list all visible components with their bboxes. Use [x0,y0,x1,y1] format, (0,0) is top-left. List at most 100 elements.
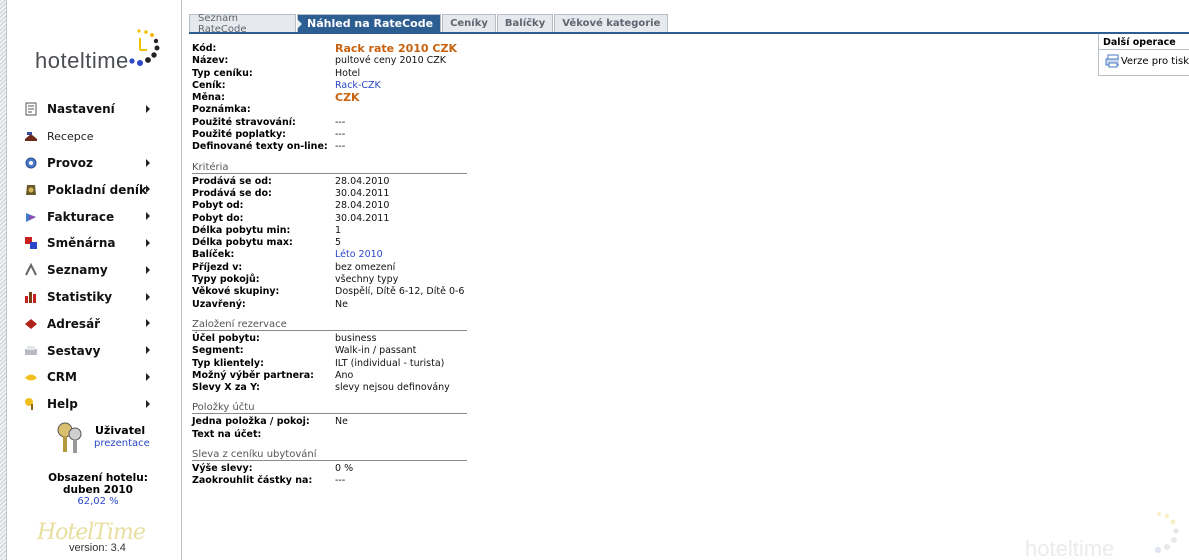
menu-item-seznamy[interactable]: Seznamy [7,257,182,284]
detail-row: Kód: Rack rate 2010 CZK [192,42,492,55]
field-label: Text na účet: [192,428,262,440]
main-menu: Nastavení Recepce Provoz Pokladní deník … [7,96,182,418]
tab-vekove-kategorie[interactable]: Věkové kategorie [554,14,669,32]
occupancy-value: 62,02 % [77,496,119,507]
print-version-link[interactable]: Verze pro tisk [1099,50,1189,72]
field-label: Typy pokojů: [192,274,260,286]
detail-row: Příjezd v: bez omezení [192,262,492,274]
menu-label: Provoz [47,155,94,170]
field-label: Věkové skupiny: [192,286,280,298]
hoteltime-logo[interactable]: hoteltime [35,28,175,74]
menu-label: Seznamy [47,263,108,278]
field-label: Výše slevy: [192,463,253,475]
menu-item-pokladni-denik[interactable]: Pokladní deník [7,176,182,203]
section-header-discount: Sleva z ceníku ubytování [192,449,467,462]
crm-icon [24,370,38,384]
field-value: všechny typy [335,274,399,286]
ratecode-name: pultové ceny 2010 CZK [335,55,447,67]
detail-row: Pobyt od: 28.04.2010 [192,200,492,212]
section-header-criteria: Kritéria [192,162,467,174]
ratecode-detail: Kód: Rack rate 2010 CZK Název: pultové cen… [192,42,492,488]
field-value: 28.04.2010 [335,175,390,187]
submenu-arrow-icon [146,319,150,328]
field-value: 30.04.2011 [335,187,390,199]
tab-seznam-ratecode[interactable]: Seznam RateCode [189,13,296,35]
logo-text: hoteltime [35,48,129,73]
tab-ceniky[interactable]: Ceníky [442,14,496,32]
help-icon [24,397,38,411]
hotel-occupancy: Obsazení hotelu: duben 2010 62,02 % [14,472,182,508]
currency-value: CZK [335,91,360,105]
menu-label: CRM [47,370,77,385]
field-value: 28.04.2010 [335,200,390,212]
submenu-arrow-icon [146,185,150,194]
menu-item-sestavy[interactable]: Sestavy [7,337,182,364]
version-text: version: 3.4 [69,542,126,554]
statistics-icon [24,290,38,304]
submenu-arrow-icon [146,372,150,381]
detail-row: Segment: Walk-in / passant [192,345,492,357]
menu-item-smenarna[interactable]: Směnárna [7,230,182,257]
field-label: Slevy X za Y: [192,382,260,394]
detail-row: Účel pobytu: business [192,333,492,345]
field-label: Název: [192,55,229,67]
menu-item-crm[interactable]: CRM [7,364,182,391]
detail-row: Věkové skupiny: Dospělí, Dítě 6-12, Dítě … [192,286,492,298]
left-edge-stripe [0,0,7,560]
menu-item-recepce[interactable]: Recepce [7,123,182,150]
menu-item-nastaveni[interactable]: Nastavení [7,96,182,123]
user-link[interactable]: prezentace [94,438,150,449]
menu-item-statistiky[interactable]: Statistiky [7,284,182,311]
pricelist-type: Hotel [335,67,361,79]
operations-icon [24,156,38,170]
occupancy-label: Obsazení hotelu: [48,472,148,484]
menu-item-provoz[interactable]: Provoz [7,150,182,177]
field-label: Segment: [192,345,244,357]
exchange-icon [24,236,38,250]
submenu-arrow-icon [146,158,150,167]
menu-item-fakturace[interactable]: Fakturace [7,203,182,230]
submenu-arrow-icon [146,105,150,113]
submenu-arrow-icon [146,399,150,408]
field-label: Možný výběr partnera: [192,369,314,381]
clock-logo-icon [129,29,160,66]
watermark-logo: hoteltime [1025,506,1189,560]
tab-nahled-ratecode[interactable]: Náhled na RateCode [297,14,442,32]
field-label: Použité poplatky: [192,129,286,141]
reception-icon [24,129,38,143]
submenu-arrow-icon [146,292,150,301]
field-value: Ne [335,298,348,310]
detail-row: Balíček: Léto 2010 [192,249,492,261]
field-label: Prodává se od: [192,175,272,187]
printer-icon [1105,54,1119,68]
lists-icon [24,262,38,277]
detail-row: Prodává se do: 30.04.2011 [192,188,492,200]
menu-item-help[interactable]: Help [7,391,182,418]
print-version-label: Verze pro tisk [1120,55,1189,67]
field-label: Příjezd v: [192,261,243,273]
field-label: Měna: [192,92,225,104]
detail-row: Použité stravování: --- [192,117,492,129]
field-label: Pobyt od: [192,200,244,212]
detail-row: Uzavřený: Ne [192,299,492,311]
account-items-list: Jedna položka / pokoj: Ne Text na účet: [192,416,492,441]
field-value[interactable]: Léto 2010 [335,249,383,261]
user-box: Uživatel prezentace [53,418,183,458]
discount-list: Výše slevy: 0 % Zaokrouhlit částky na: --- [192,463,492,488]
detail-row: Výše slevy: 0 % [192,463,492,475]
tab-balicky[interactable]: Balíčky [496,14,554,32]
field-label: Balíček: [192,249,235,261]
detail-row: Definované texty on-line: --- [192,141,492,153]
menu-item-adresar[interactable]: Adresář [7,310,182,337]
section-header-account-items: Položky účtu [192,402,467,415]
settings-icon [24,102,38,116]
fees-value: --- [335,129,346,141]
invoice-icon [24,210,38,224]
reports-icon [24,344,38,358]
criteria-list: Prodává se od: 28.04.2010 Prodává se do: 30… [192,176,492,311]
field-value: Ano [335,369,354,381]
field-label: Použité stravování: [192,116,296,128]
field-label: Typ klientely: [192,357,264,369]
detail-row: Typ ceníku: Hotel [192,68,492,80]
detail-row: Možný výběr partnera: Ano [192,370,492,382]
